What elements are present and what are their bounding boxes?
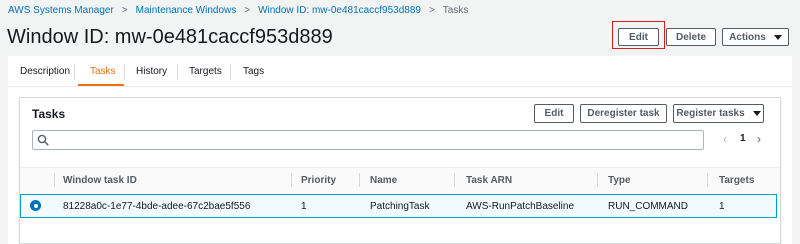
column-header-task-arn[interactable]: Task ARN: [466, 175, 512, 186]
task-search-input[interactable]: [55, 131, 699, 152]
caret-down-icon: [773, 34, 782, 40]
task-search-box: [32, 130, 704, 152]
delete-button-label: Delete: [675, 31, 706, 43]
task-edit-button-label: Edit: [544, 108, 564, 119]
active-tab-indicator: [78, 84, 124, 86]
deregister-task-button[interactable]: Deregister task: [580, 104, 667, 123]
chevron-left-icon[interactable]: ‹: [723, 132, 727, 146]
tab-tasks[interactable]: Tasks: [90, 56, 116, 86]
cell-priority: 1: [301, 201, 307, 212]
breadcrumb-chevron-icon: >: [244, 4, 251, 16]
register-tasks-dropdown[interactable]: Register tasks: [673, 104, 764, 123]
column-header-name[interactable]: Name: [370, 175, 397, 186]
column-divider: [454, 173, 455, 187]
column-divider: [597, 173, 598, 187]
tab-divider: [230, 64, 231, 80]
breadcrumb-systems-manager[interactable]: AWS Systems Manager: [8, 5, 114, 16]
breadcrumb-chevron-icon: >: [428, 4, 435, 16]
column-divider: [707, 173, 708, 187]
breadcrumb-current: Tasks: [442, 4, 469, 16]
row-select-radio[interactable]: [30, 200, 41, 211]
column-header-priority[interactable]: Priority: [301, 175, 336, 186]
breadcrumb-maintenance-windows[interactable]: Maintenance Windows: [136, 5, 237, 16]
cell-type: RUN_COMMAND: [608, 201, 688, 212]
tab-tags[interactable]: Tags: [243, 56, 264, 86]
tab-description[interactable]: Description: [20, 56, 70, 86]
cell-name: PatchingTask: [370, 201, 430, 212]
search-icon: [37, 134, 49, 146]
cell-window-task-id: 81228a0c-1e77-4bde-adee-67c2bae5f556: [63, 201, 251, 212]
caret-down-icon: [752, 111, 761, 116]
column-header-type[interactable]: Type: [608, 175, 631, 186]
deregister-task-button-label: Deregister task: [587, 108, 660, 119]
column-header-targets[interactable]: Targets: [719, 175, 754, 186]
page-title: Window ID: mw-0e481caccf953d889: [7, 26, 333, 48]
chevron-right-icon[interactable]: ›: [757, 132, 761, 146]
cell-targets: 1: [719, 201, 725, 212]
tasks-panel-title: Tasks: [32, 107, 66, 121]
tab-targets[interactable]: Targets: [189, 56, 222, 86]
current-page-number[interactable]: 1: [740, 133, 746, 144]
task-edit-button[interactable]: Edit: [534, 104, 574, 123]
actions-dropdown[interactable]: Actions: [722, 28, 789, 46]
column-divider: [291, 173, 292, 187]
tab-divider: [124, 64, 125, 80]
edit-highlight-box: [612, 21, 665, 49]
column-divider: [359, 173, 360, 187]
column-header-window-task-id[interactable]: Window task ID: [63, 175, 137, 186]
delete-button[interactable]: Delete: [666, 28, 716, 46]
column-divider: [54, 173, 55, 187]
tab-divider: [177, 64, 178, 80]
breadcrumb-window-id[interactable]: Window ID: mw-0e481caccf953d889: [258, 5, 421, 16]
cell-task-arn: AWS-RunPatchBaseline: [466, 201, 575, 212]
tab-divider: [74, 64, 75, 80]
tab-history[interactable]: History: [136, 56, 167, 86]
register-tasks-dropdown-label: Register tasks: [676, 108, 745, 119]
tab-bar: [8, 56, 792, 87]
breadcrumb-chevron-icon: >: [121, 4, 128, 16]
breadcrumb: AWS Systems Manager > Maintenance Window…: [8, 3, 468, 17]
actions-dropdown-label: Actions: [729, 31, 766, 43]
